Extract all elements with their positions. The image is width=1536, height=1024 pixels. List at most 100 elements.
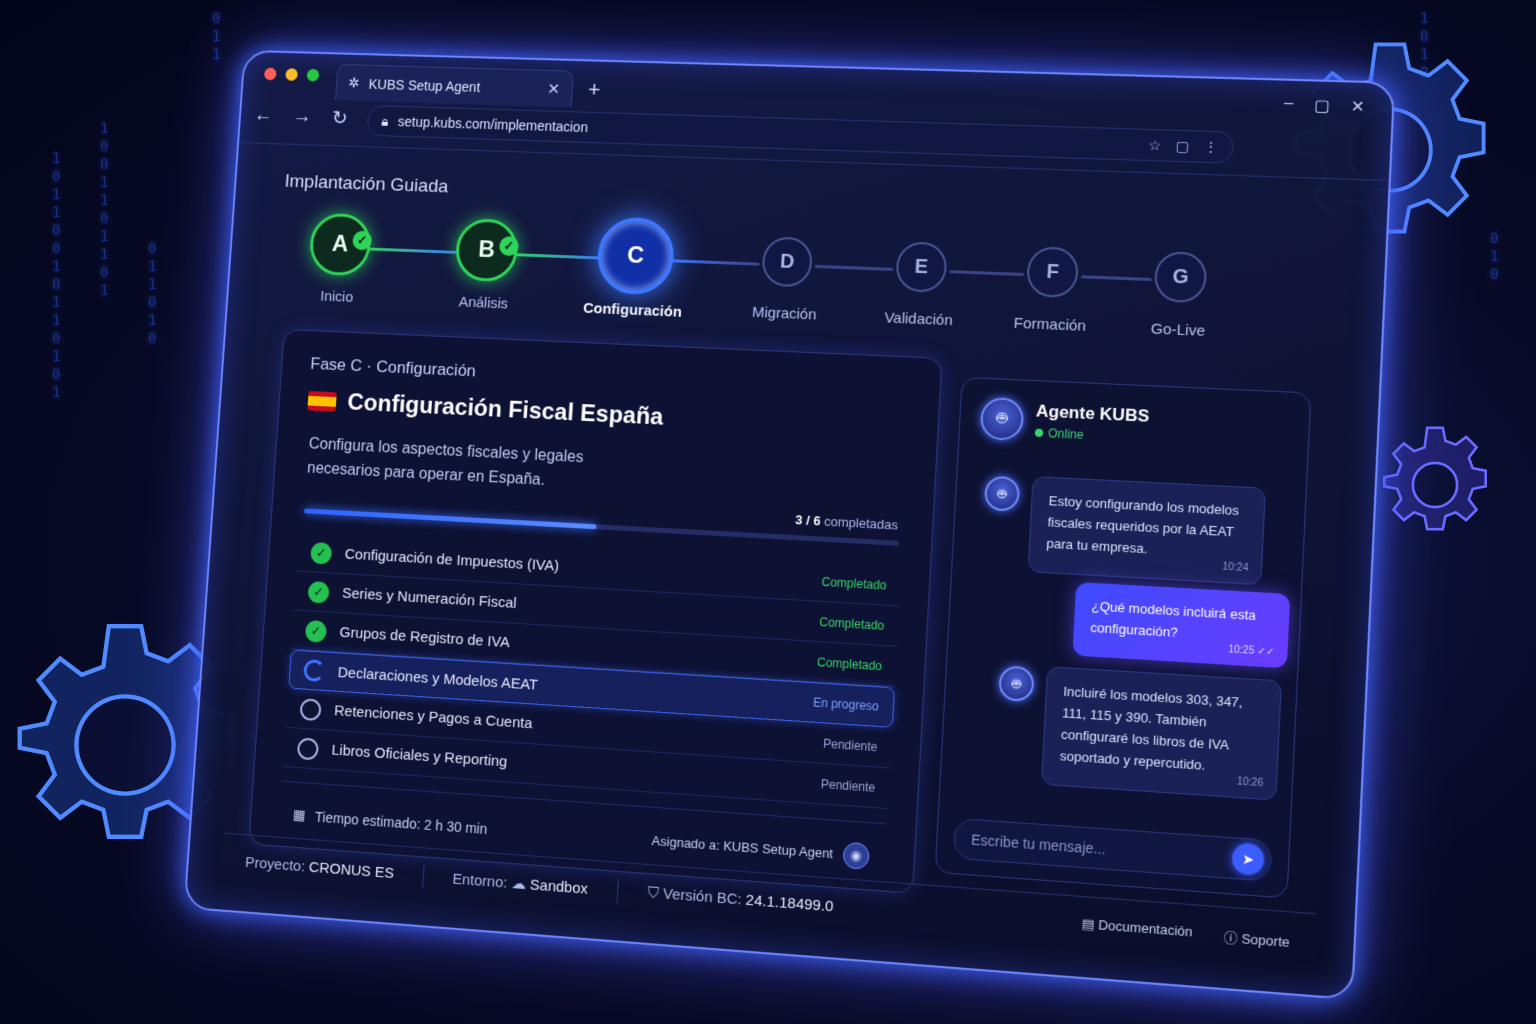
robot-avatar-icon: 🤖︎ — [984, 476, 1020, 512]
task-name: Grupos de Registro de IVA — [339, 624, 510, 651]
minimize-window-dot[interactable] — [285, 68, 298, 81]
send-icon[interactable]: ➤ — [1231, 842, 1264, 875]
step-letter: C — [626, 242, 645, 270]
chat-header: 🤖︎ Agente KUBS Online — [980, 397, 1150, 447]
reload-icon[interactable]: ↻ — [331, 106, 348, 130]
divider — [422, 864, 425, 888]
close-window-dot[interactable] — [264, 68, 277, 81]
lock-icon: 🔒︎ — [381, 113, 389, 130]
robot-avatar-icon: 🤖︎ — [998, 665, 1035, 702]
page-title: Implantación Guiada — [284, 171, 449, 198]
step-label: Inicio — [280, 286, 394, 307]
step-label: Análisis — [426, 292, 542, 313]
chat-input[interactable]: Escribe tu mensaje... ➤ — [953, 818, 1273, 882]
phase-heading: Configuración Fiscal España — [307, 387, 664, 431]
tab-title: KUBS Setup Agent — [368, 76, 480, 95]
progress-count: 3 / 6 completadas — [795, 512, 898, 533]
agent-name: Agente KUBS — [1035, 401, 1149, 427]
environment-value: Sandbox — [529, 876, 588, 897]
progress-done: 3 / 6 — [795, 512, 821, 528]
chat-input-placeholder: Escribe tu mensaje... — [971, 831, 1106, 857]
task-name: Declaraciones y Modelos AEAT — [337, 664, 538, 694]
new-tab-icon[interactable]: + — [587, 77, 601, 103]
step-circle: G — [1154, 251, 1208, 303]
step-label: Configuración — [574, 300, 691, 322]
chat-message-bot: Incluiré los modelos 303, 347, 111, 115 … — [1041, 666, 1282, 800]
chat-message-bot: Estoy configurando los modelos fiscales … — [1027, 476, 1265, 585]
nav-buttons: ← → ↻ — [253, 103, 348, 130]
check-icon: ✓ — [499, 236, 519, 256]
gear-decoration-right — [1370, 420, 1500, 550]
address-bar[interactable]: 🔒︎ setup.kubs.com/implementacion ☆ ▢ ⋮ — [366, 105, 1234, 164]
step-circle: D — [761, 236, 813, 287]
bookmark-star-icon[interactable]: ☆ — [1148, 136, 1162, 153]
kubs-logo-icon: ✲ — [348, 75, 360, 92]
check-circle-icon: ✓ — [307, 580, 329, 603]
step-e[interactable]: E Validación — [858, 233, 983, 330]
url-text: setup.kubs.com/implementacion — [397, 114, 588, 135]
task-status: Completado — [821, 574, 887, 592]
step-letter: F — [1046, 260, 1060, 284]
step-letter: B — [478, 236, 496, 264]
shield-icon: ⛉ — [647, 884, 659, 902]
task-status: Completado — [817, 655, 883, 673]
close-icon[interactable]: ✕ — [1350, 97, 1365, 118]
support-link[interactable]: ⓘ Soporte — [1224, 926, 1291, 951]
step-label: Formación — [989, 314, 1112, 336]
empty-circle-icon — [299, 698, 321, 721]
extension-icon[interactable]: ▢ — [1175, 137, 1189, 154]
phase-description: Configura los aspectos fiscales y legale… — [306, 432, 634, 498]
step-d[interactable]: D Migración — [725, 228, 849, 325]
step-label: Migración — [725, 303, 844, 325]
assigned-to: Asignado a: KUBS Setup Agent ◉ — [651, 827, 870, 869]
task-status: Pendiente — [823, 736, 878, 754]
step-letter: G — [1172, 265, 1189, 289]
message-text: Incluiré los modelos 303, 347, 111, 115 … — [1060, 684, 1243, 773]
forward-icon[interactable]: → — [292, 106, 312, 129]
back-icon[interactable]: ← — [253, 104, 273, 126]
chat-message-user: ¿Qué modelos incluirá esta configuración… — [1072, 582, 1290, 668]
task-name: Retenciones y Pagos a Cuenta — [334, 702, 533, 732]
task-status: Completado — [819, 614, 885, 632]
app-content: Implantación Guiada A ✓ Inicio B ✓ Análisis C C… — [202, 157, 1372, 980]
spain-flag-icon — [307, 391, 336, 412]
maximize-window-dot[interactable] — [307, 69, 320, 82]
check-icon: ✓ — [352, 231, 372, 251]
step-f[interactable]: F Formación — [989, 238, 1116, 336]
support-label: Soporte — [1241, 931, 1290, 950]
message-text: ¿Qué modelos incluirá esta configuración… — [1090, 598, 1256, 640]
minimize-icon[interactable]: – — [1284, 95, 1294, 115]
browser-tab[interactable]: ✲ KUBS Setup Agent ✕ — [335, 64, 574, 107]
check-circle-icon: ✓ — [305, 619, 327, 642]
phase-panel: Fase C · Configuración Configuración Fis… — [248, 329, 942, 894]
task-list: ✓ Configuración de Impuestos (IVA) Complet… — [283, 533, 902, 810]
cloud-icon: ☁ — [511, 875, 527, 893]
message-time: 10:25 ✓✓ — [1228, 639, 1276, 663]
step-letter: E — [914, 255, 929, 278]
step-circle: B ✓ — [454, 218, 519, 282]
environment-label: Entorno: — [452, 870, 508, 891]
task-status: En progreso — [813, 695, 879, 713]
window-controls: – ▢ ✕ — [1284, 95, 1366, 118]
step-a[interactable]: A ✓ Inicio — [280, 212, 399, 308]
agent-avatar: ◉ — [842, 841, 870, 869]
step-label: Validación — [858, 308, 979, 330]
more-menu-icon[interactable]: ⋮ — [1203, 138, 1218, 156]
step-g[interactable]: G Go-Live — [1116, 243, 1245, 342]
environment-info: Entorno: ☁ Sandbox — [452, 869, 588, 897]
version-info: ⛉ Versión BC: 24.1.18499.0 — [647, 884, 834, 915]
version-label: Versión BC: — [662, 885, 742, 908]
calendar-icon: ▦ — [292, 806, 306, 824]
tab-close-icon[interactable]: ✕ — [547, 79, 561, 99]
robot-avatar-icon: 🤖︎ — [980, 397, 1025, 441]
step-b[interactable]: B ✓ Análisis — [426, 217, 546, 314]
step-letter: A — [331, 231, 349, 259]
chat-panel: 🤖︎ Agente KUBS Online 🤖︎ Estoy configura… — [935, 377, 1312, 899]
message-time: 10:26 — [1236, 771, 1263, 795]
online-status: Online — [1035, 426, 1149, 446]
documentation-label: Documentación — [1098, 917, 1193, 940]
restore-icon[interactable]: ▢ — [1314, 96, 1331, 117]
step-c[interactable]: C Configuración — [574, 223, 696, 322]
step-letter: D — [779, 250, 795, 273]
documentation-link[interactable]: ▤ Documentación — [1081, 916, 1193, 944]
